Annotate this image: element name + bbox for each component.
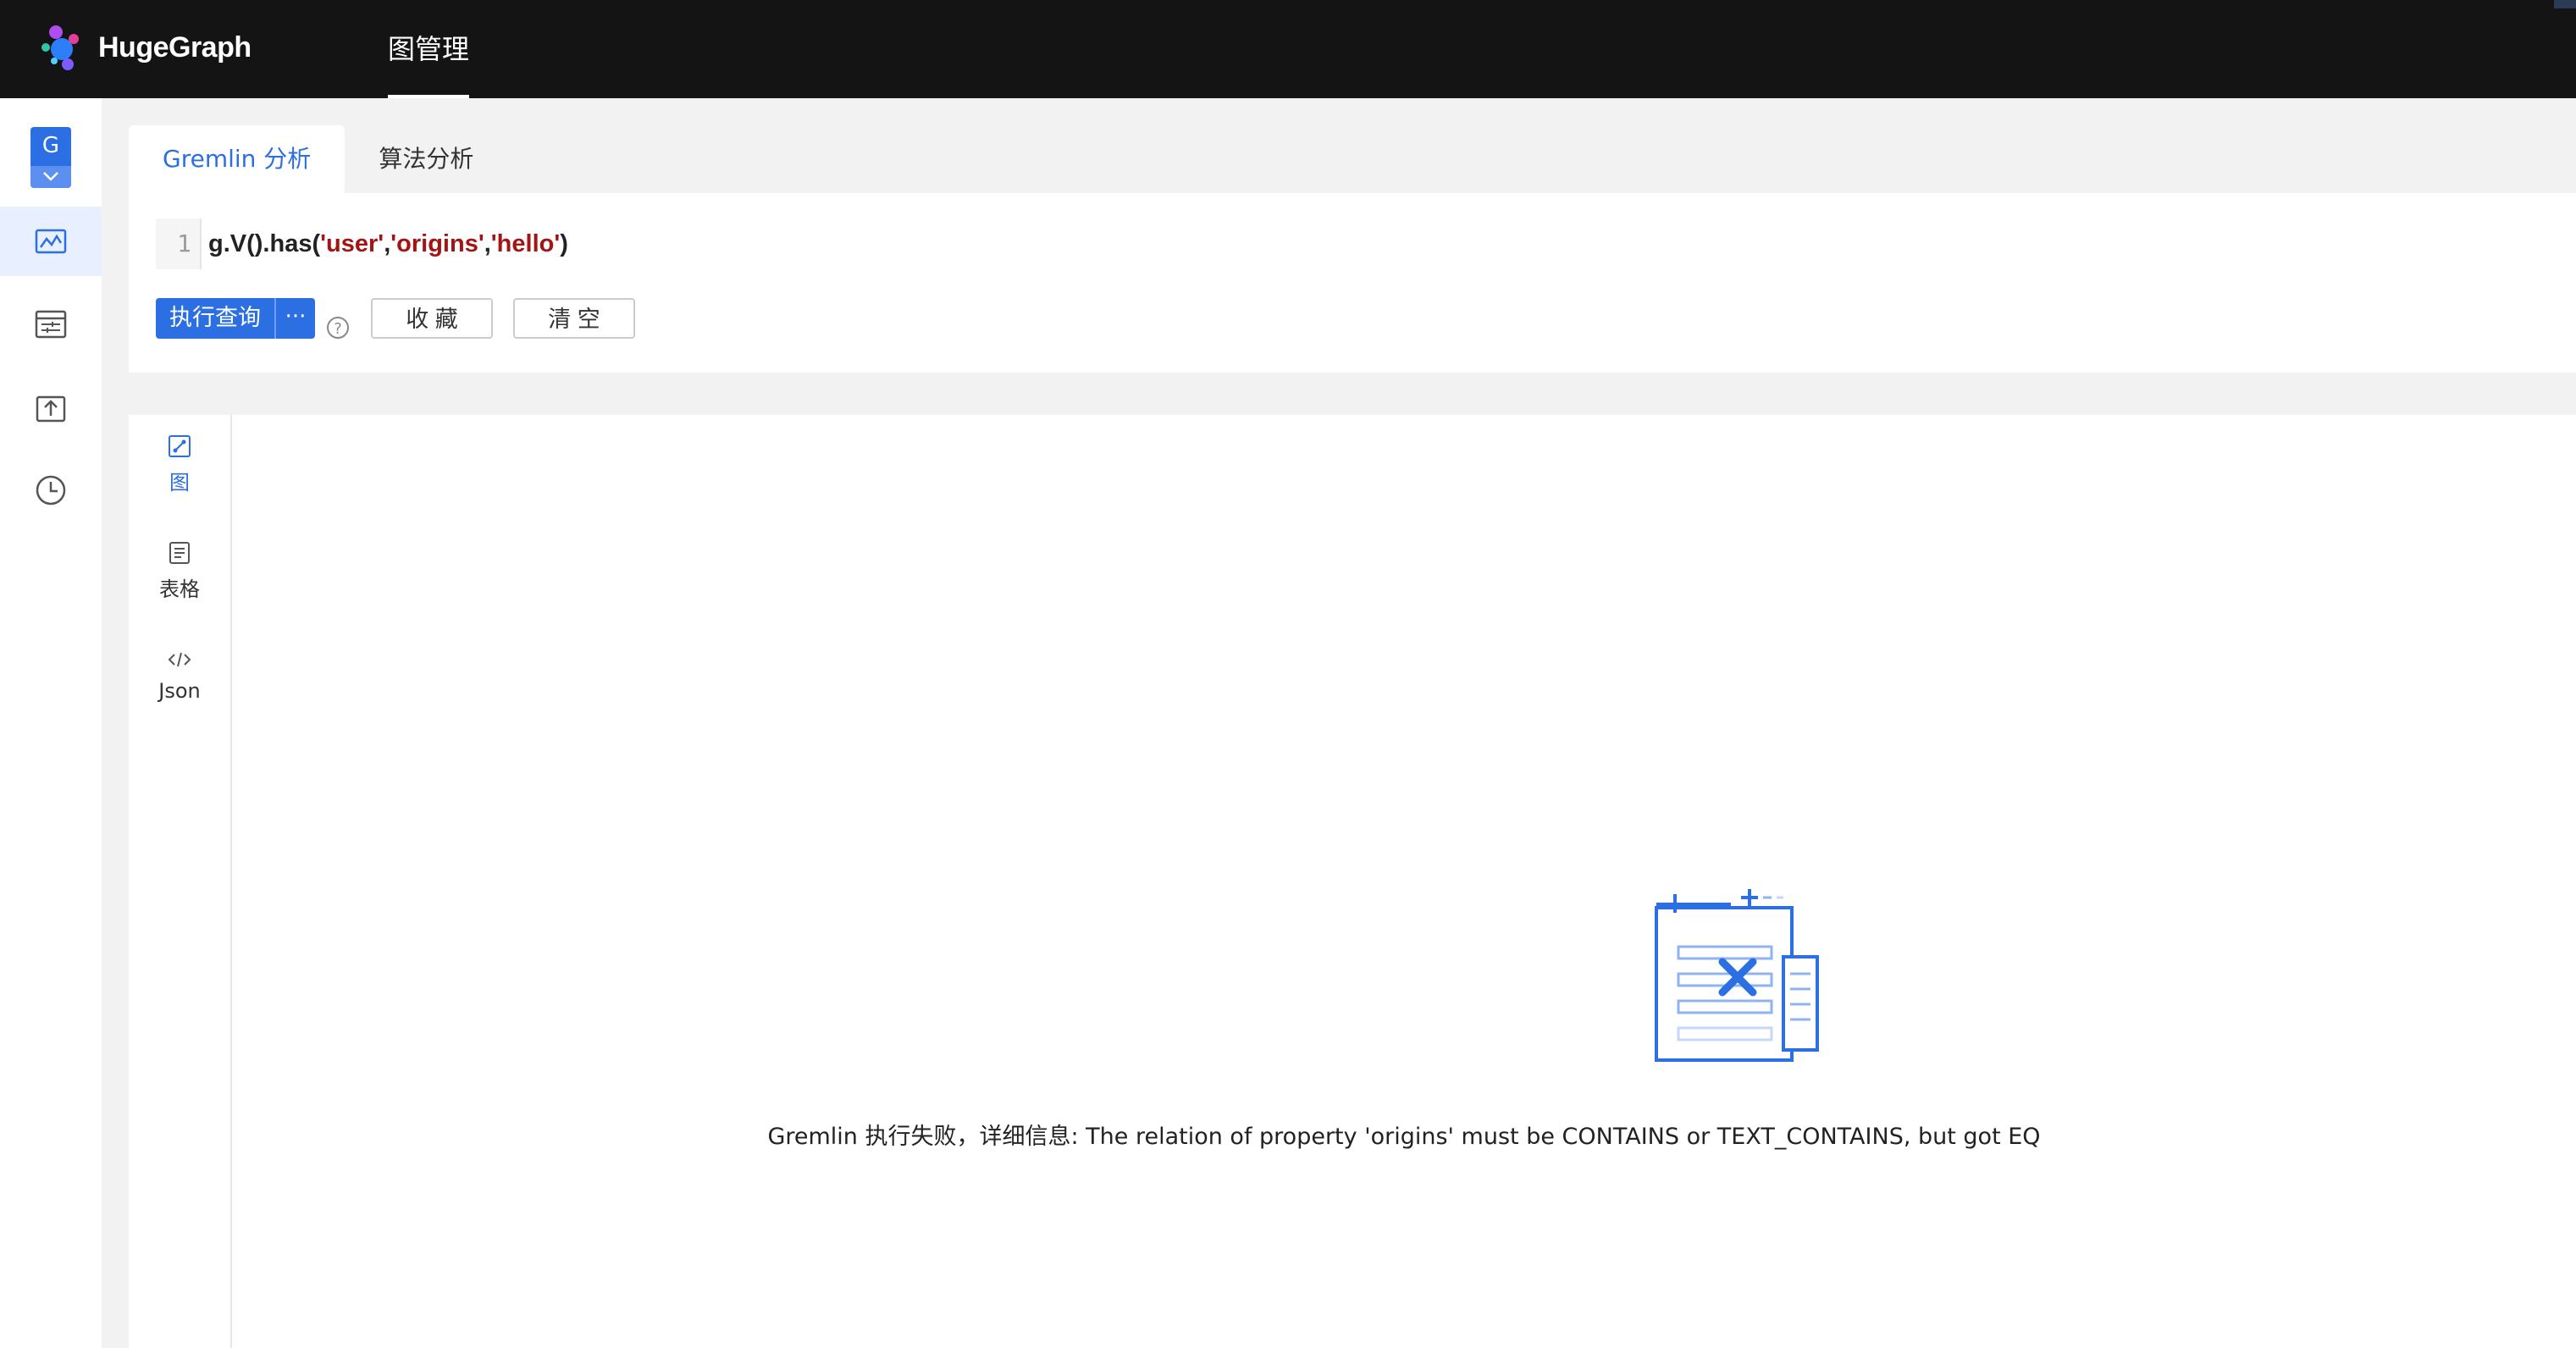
table-view-icon <box>169 542 190 564</box>
query-panel: 1 g.V().has('user','origins','hello') 执行… <box>129 193 2576 373</box>
favorite-button[interactable]: 收 藏 <box>371 298 493 339</box>
graph-initial: G <box>41 133 60 158</box>
sidebar-item-metadata-config[interactable] <box>0 290 102 359</box>
clock-icon <box>36 475 66 505</box>
nav-graph-manage-label: 图管理 <box>388 33 470 65</box>
sidebar: G <box>0 98 102 1348</box>
tab-gremlin[interactable]: Gremlin 分析 <box>129 125 345 193</box>
query-error-message: Gremlin 执行失败，详细信息: The relation of prope… <box>767 1124 2041 1150</box>
result-panel: 图 表格 Json Gremlin 执行失败，详细信息: The relatio… <box>129 415 2576 1348</box>
run-query-button-group: 执行查询 ··· <box>156 298 315 339</box>
gremlin-editor[interactable]: 1 g.V().has('user','origins','hello') <box>156 218 568 269</box>
hugegraph-logo-icon <box>41 25 79 70</box>
chevron-down-icon <box>30 166 71 188</box>
graph-selector[interactable]: G <box>30 127 71 188</box>
sidebar-item-data-import[interactable] <box>0 373 102 442</box>
clear-button[interactable]: 清 空 <box>513 298 635 339</box>
code-view-icon <box>168 652 191 667</box>
code-arg-property: 'origins' <box>390 229 484 257</box>
code-arg-value: 'hello' <box>490 229 561 257</box>
view-graph[interactable]: 图 <box>129 434 230 495</box>
code-comma-2: , <box>484 229 491 257</box>
app-logo[interactable]: HugeGraph <box>34 20 252 75</box>
result-view-switcher: 图 表格 Json <box>129 415 232 1348</box>
top-nav: 图管理 <box>388 0 470 98</box>
graph-view-icon <box>169 435 191 457</box>
view-json[interactable]: Json <box>129 647 230 703</box>
analysis-tabs: Gremlin 分析 算法分析 <box>129 125 507 193</box>
data-import-icon <box>36 395 66 423</box>
sidebar-item-async-task[interactable] <box>0 456 102 525</box>
run-options-button[interactable]: ··· <box>274 298 315 339</box>
view-json-label: Json <box>158 679 201 703</box>
line-number: 1 <box>156 218 202 269</box>
view-graph-label: 图 <box>169 471 190 494</box>
nav-graph-manage[interactable]: 图管理 <box>388 0 470 98</box>
query-code[interactable]: g.V().has('user','origins','hello') <box>208 230 568 258</box>
result-content: Gremlin 执行失败，详细信息: The relation of prope… <box>232 415 2576 1348</box>
run-query-button[interactable]: 执行查询 <box>156 298 274 339</box>
view-table[interactable]: 表格 <box>129 540 230 602</box>
help-icon[interactable]: ? <box>327 317 349 339</box>
sidebar-item-graph-analysis[interactable] <box>0 207 102 276</box>
corner-indicator <box>2554 0 2576 8</box>
app-name: HugeGraph <box>98 30 252 64</box>
top-bar: HugeGraph 图管理 <box>0 0 2576 98</box>
tab-algorithm[interactable]: 算法分析 <box>345 125 507 193</box>
graph-analysis-icon <box>35 229 67 254</box>
code-prefix: g.V().has( <box>208 229 321 257</box>
metadata-config-icon <box>35 310 67 339</box>
view-table-label: 表格 <box>159 577 200 601</box>
nav-active-underline <box>388 95 470 98</box>
code-arg-label: 'user' <box>320 229 384 257</box>
query-failed-illustration-icon <box>1655 889 1819 1062</box>
code-suffix: ) <box>560 229 568 257</box>
